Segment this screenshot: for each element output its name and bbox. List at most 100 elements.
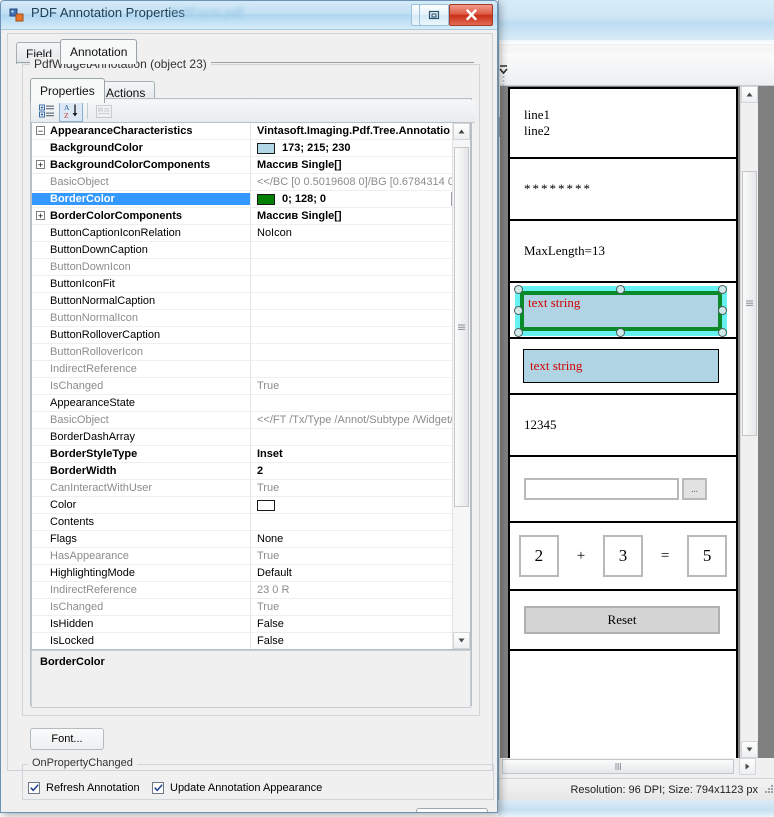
property-row[interactable]: ButtonRolloverIcon: [32, 344, 470, 361]
property-value[interactable]: Массив Single[]: [250, 208, 470, 224]
property-row[interactable]: + BackgroundColorComponents Массив Single[…: [32, 157, 470, 174]
property-value[interactable]: True: [250, 548, 470, 564]
property-row[interactable]: IsChanged True: [32, 599, 470, 616]
property-value[interactable]: Массив Single[]: [250, 157, 470, 173]
property-row[interactable]: ButtonCaptionIconRelation NoIcon: [32, 225, 470, 242]
operand-a-field[interactable]: 2: [518, 535, 559, 577]
property-row[interactable]: IndirectReference: [32, 361, 470, 378]
property-row[interactable]: BorderDashArray: [32, 429, 470, 446]
property-value[interactable]: [250, 429, 470, 445]
resize-handle-ne[interactable]: [718, 285, 727, 294]
page-vertical-scrollbar[interactable]: [740, 86, 758, 758]
dialog-maximize-button[interactable]: [419, 4, 449, 26]
property-value[interactable]: [250, 497, 470, 513]
resize-handle-n[interactable]: [616, 285, 625, 294]
reset-button[interactable]: Reset: [524, 606, 720, 634]
property-value[interactable]: NoIcon: [250, 225, 470, 241]
font-button[interactable]: Font...: [30, 728, 104, 750]
property-row[interactable]: BasicObject <</FT /Tx/Type /Annot/Subtype…: [32, 412, 470, 429]
property-row[interactable]: IsHidden False: [32, 616, 470, 633]
property-row[interactable]: ButtonNormalIcon: [32, 310, 470, 327]
refresh-annotation-checkbox[interactable]: Refresh Annotation: [28, 782, 140, 794]
property-value[interactable]: [250, 242, 470, 258]
pdf-page-view[interactable]: line1 line2 ******** MaxLength=13 text s…: [500, 86, 774, 758]
toolbar-left-overflow-icon[interactable]: [499, 53, 508, 75]
property-row[interactable]: ButtonNormalCaption: [32, 293, 470, 310]
operand-b-field[interactable]: 3: [603, 535, 643, 577]
property-value[interactable]: Inset: [250, 446, 470, 462]
property-row[interactable]: BorderWidth 2: [32, 463, 470, 480]
page-hscroll-thumb[interactable]: [502, 759, 734, 774]
property-grid[interactable]: − AppearanceCharacteristics Vintasoft.Imag…: [31, 122, 471, 650]
property-value[interactable]: 2: [250, 463, 470, 479]
property-value[interactable]: False: [250, 633, 470, 649]
property-value[interactable]: Vintasoft.Imaging.Pdf.Tree.Annotatio: [250, 123, 470, 139]
property-row[interactable]: BasicObject <</BC [0 0.5019608 0]/BG [0.6…: [32, 174, 470, 191]
combo-input[interactable]: [524, 478, 679, 500]
property-value[interactable]: None: [250, 531, 470, 547]
property-value[interactable]: [250, 395, 470, 411]
grid-scroll-up-arrow[interactable]: [453, 123, 470, 140]
maxlength-field[interactable]: MaxLength=13: [510, 221, 736, 283]
property-row[interactable]: CanInteractWithUser True: [32, 480, 470, 497]
page-scroll-thumb[interactable]: [742, 171, 757, 436]
property-row[interactable]: ButtonIconFit: [32, 276, 470, 293]
expand-expander-icon[interactable]: +: [36, 211, 45, 220]
property-row[interactable]: HasAppearance True: [32, 548, 470, 565]
property-value[interactable]: <</FT /Tx/Type /Annot/Subtype /Widget/: [250, 412, 470, 428]
property-value[interactable]: [250, 361, 470, 377]
categorized-icon[interactable]: [35, 100, 59, 122]
tab-annotation[interactable]: Annotation: [60, 39, 138, 64]
property-value[interactable]: True: [250, 480, 470, 496]
property-row[interactable]: IsChanged True: [32, 378, 470, 395]
resize-grip-icon[interactable]: [764, 784, 774, 797]
close-button[interactable]: Close: [416, 808, 488, 812]
selected-text-field[interactable]: text string: [514, 285, 727, 337]
property-value[interactable]: True: [250, 378, 470, 394]
property-grid-scrollbar[interactable]: [452, 123, 470, 649]
text-field-2[interactable]: text string: [523, 349, 719, 383]
dialog-close-button[interactable]: [449, 4, 493, 26]
scroll-right-arrow[interactable]: [739, 758, 756, 775]
property-row[interactable]: BorderStyleType Inset: [32, 446, 470, 463]
resize-handle-s[interactable]: [616, 328, 625, 337]
password-field[interactable]: ********: [510, 159, 736, 221]
property-value[interactable]: [250, 327, 470, 343]
property-row[interactable]: HighlightingMode Default: [32, 565, 470, 582]
property-row[interactable]: + BorderColorComponents Массив Single[]: [32, 208, 470, 225]
property-row[interactable]: BackgroundColor 173; 215; 230: [32, 140, 470, 157]
property-row[interactable]: − AppearanceCharacteristics Vintasoft.Imag…: [32, 123, 470, 140]
property-value[interactable]: [250, 310, 470, 326]
property-value[interactable]: [250, 293, 470, 309]
dialog-titlebar[interactable]: PDF Annotation Properties PdfForm.pdf: [1, 1, 497, 30]
property-row[interactable]: Color: [32, 497, 470, 514]
collapse-expander-icon[interactable]: −: [36, 126, 45, 135]
resize-handle-se[interactable]: [718, 328, 727, 337]
combo-browse-button[interactable]: ...: [682, 478, 707, 500]
property-row[interactable]: ButtonRolloverCaption: [32, 327, 470, 344]
resize-handle-w[interactable]: [514, 306, 523, 315]
grid-scroll-down-arrow[interactable]: [453, 632, 470, 649]
property-value[interactable]: <</BC [0 0.5019608 0]/BG [0.6784314 0.84: [250, 174, 470, 190]
tab-properties[interactable]: Properties: [30, 78, 105, 103]
resize-handle-e[interactable]: [718, 306, 727, 315]
grid-scroll-thumb[interactable]: [454, 147, 469, 507]
number-field[interactable]: 12345: [510, 395, 736, 457]
property-row[interactable]: AppearanceState: [32, 395, 470, 412]
property-row[interactable]: Flags None: [32, 531, 470, 548]
property-row[interactable]: IsLocked False: [32, 633, 470, 649]
property-value[interactable]: [250, 276, 470, 292]
expand-expander-icon[interactable]: +: [36, 160, 45, 169]
multiline-text-field[interactable]: line1 line2: [510, 89, 736, 159]
property-value[interactable]: True: [250, 599, 470, 615]
property-value[interactable]: 23 0 R: [250, 582, 470, 598]
property-value[interactable]: [250, 344, 470, 360]
property-row[interactable]: Contents: [32, 514, 470, 531]
sort-az-icon[interactable]: A Z: [59, 100, 83, 122]
property-value[interactable]: [250, 259, 470, 275]
property-row[interactable]: ButtonDownCaption: [32, 242, 470, 259]
resize-handle-nw[interactable]: [514, 285, 523, 294]
property-row[interactable]: ButtonDownIcon: [32, 259, 470, 276]
property-row[interactable]: BorderColor 0; 128; 0: [32, 191, 470, 208]
property-value[interactable]: False: [250, 616, 470, 632]
